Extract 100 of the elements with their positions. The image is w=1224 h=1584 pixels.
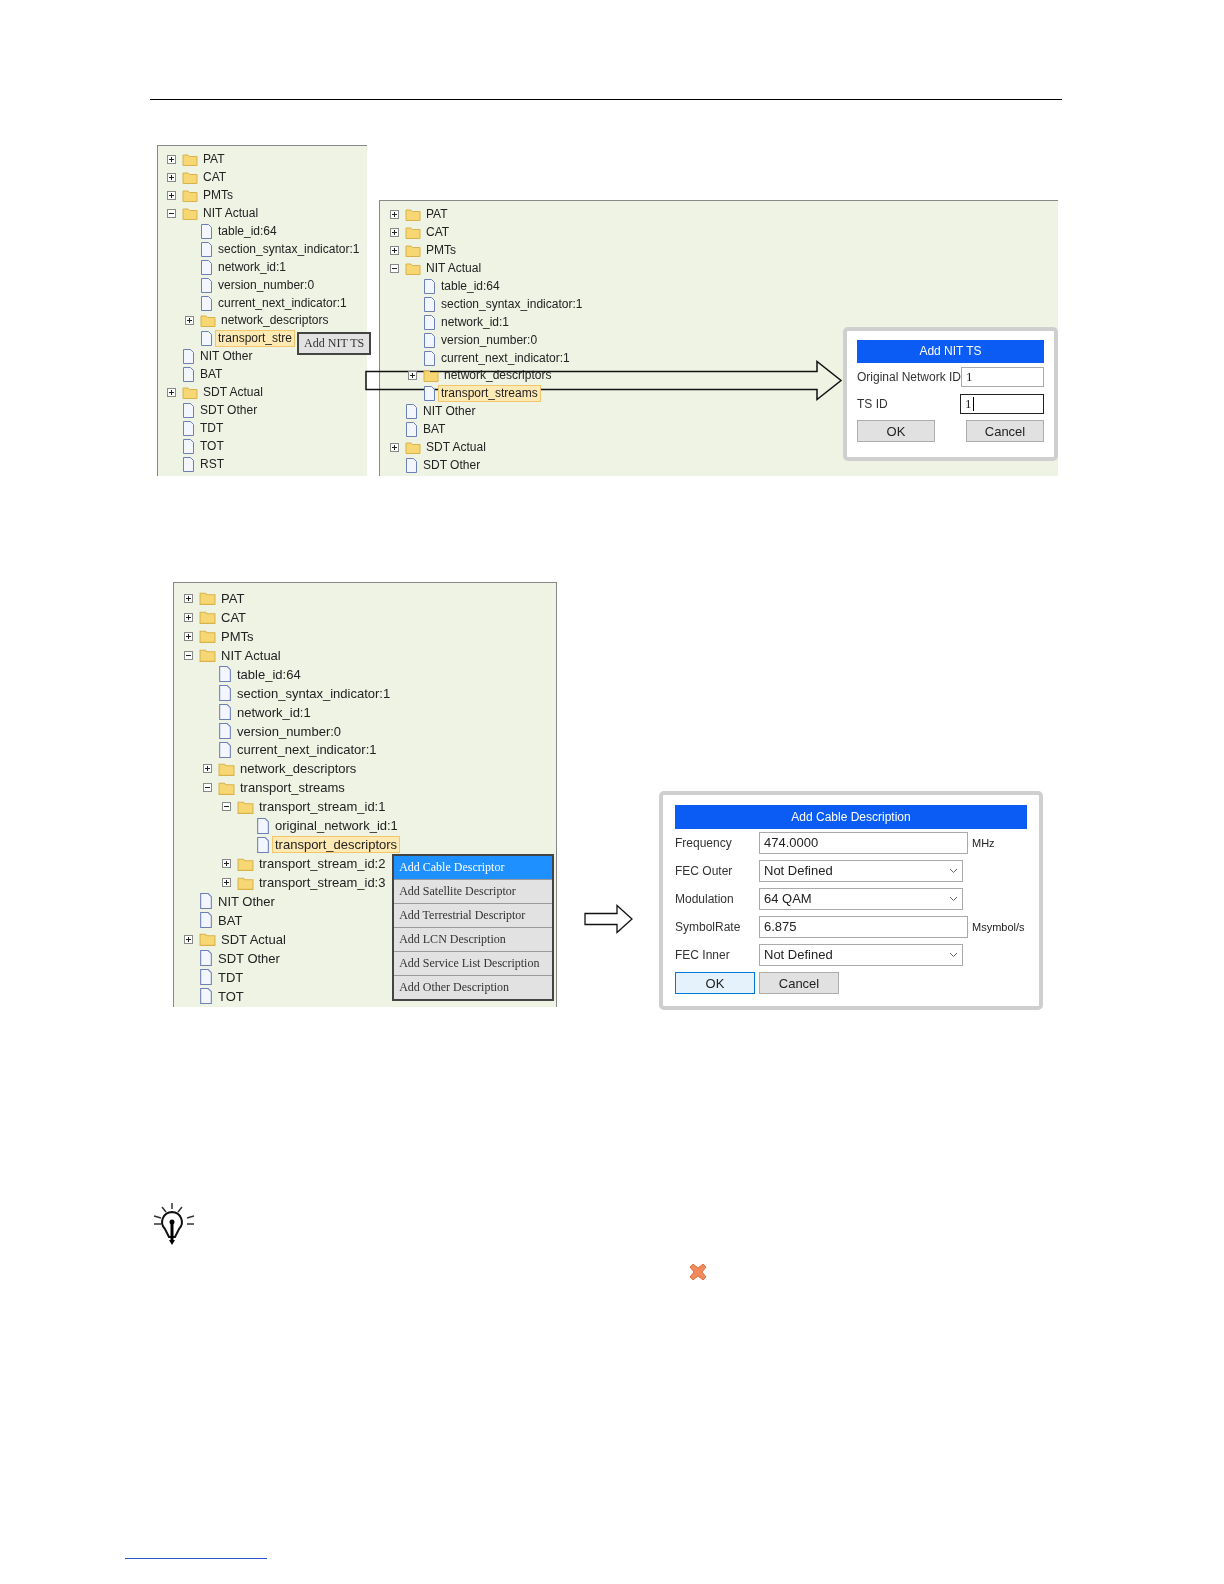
folder-icon: [405, 441, 421, 454]
expand-icon[interactable]: [167, 191, 176, 201]
dropdown[interactable]: Not Defined: [759, 944, 963, 966]
menu-item[interactable]: Add Terrestrial Descriptor: [394, 904, 553, 929]
menu-item[interactable]: Add NIT TS: [299, 333, 370, 353]
expand-icon[interactable]: [167, 388, 176, 397]
folder-icon: [199, 932, 216, 947]
tree-item[interactable]: network_descriptors: [441, 367, 555, 385]
tree-item[interactable]: PMTs: [200, 187, 236, 205]
ok-button[interactable]: OK: [675, 972, 755, 994]
tree-item[interactable]: transport_stream_id:3: [256, 874, 389, 892]
cancel-button[interactable]: Cancel: [759, 972, 839, 994]
tree-item[interactable]: BAT: [197, 366, 226, 384]
expand-icon[interactable]: [390, 228, 399, 238]
tree-item[interactable]: CAT: [218, 608, 250, 626]
collapse-icon[interactable]: [167, 209, 176, 219]
tree-item[interactable]: table_id:64: [234, 665, 304, 683]
collapse-icon[interactable]: [203, 783, 212, 793]
tree-item[interactable]: current_next_indicator:1: [234, 741, 380, 759]
tree-item[interactable]: SDT Other: [215, 949, 283, 967]
tree-item[interactable]: SDT Actual: [200, 384, 266, 401]
file-icon: [405, 422, 418, 438]
tree-item[interactable]: TDT: [197, 419, 227, 437]
expand-icon[interactable]: [390, 210, 399, 220]
expand-icon[interactable]: [184, 612, 193, 622]
tree-item[interactable]: SDT Other: [197, 401, 261, 419]
tree-item[interactable]: transport_stream_id:1: [256, 798, 389, 816]
tree-item[interactable]: NIT Other: [215, 892, 278, 910]
tree-item[interactable]: BAT: [420, 421, 449, 439]
tree-item[interactable]: transport_streams: [237, 779, 348, 797]
tree-item[interactable]: current_next_indicator:1: [215, 294, 350, 312]
tree-item[interactable]: table_id:64: [438, 278, 503, 295]
expand-icon[interactable]: [185, 316, 194, 326]
tree-item[interactable]: NIT Other: [197, 348, 256, 366]
tree-item[interactable]: original_network_id:1: [272, 817, 401, 835]
tree-item[interactable]: network_descriptors: [218, 312, 332, 330]
tree-item[interactable]: transport_streams: [438, 385, 541, 403]
tree-item[interactable]: PMTs: [423, 242, 459, 260]
expand-icon[interactable]: [184, 631, 193, 641]
expand-icon[interactable]: [408, 371, 417, 381]
tree-item[interactable]: version_number:0: [234, 722, 345, 740]
menu-item[interactable]: Add Other Description: [394, 976, 553, 1000]
tree-item[interactable]: network_id:1: [234, 703, 314, 721]
tree-item[interactable]: CAT: [423, 224, 453, 242]
file-icon: [256, 817, 270, 834]
tree-item[interactable]: TDT: [215, 968, 247, 986]
tree-item[interactable]: transport_stream_id:2: [256, 855, 389, 873]
tree-item[interactable]: SDT Actual: [218, 930, 289, 948]
expand-icon[interactable]: [203, 764, 212, 774]
text-field[interactable]: 6.875: [759, 916, 968, 938]
tree-item[interactable]: version_number:0: [438, 331, 541, 349]
text-field[interactable]: 1: [961, 366, 1044, 387]
text-field[interactable]: 1: [960, 393, 1044, 414]
tree-item[interactable]: NIT Actual: [200, 205, 262, 223]
tree-item[interactable]: transport_stre: [215, 330, 296, 348]
expand-icon[interactable]: [222, 878, 231, 888]
collapse-icon[interactable]: [184, 650, 193, 660]
tree-item[interactable]: RST: [197, 455, 227, 473]
collapse-icon[interactable]: [390, 264, 399, 274]
menu-item[interactable]: Add Satellite Descriptor: [394, 880, 553, 905]
tree-item[interactable]: CAT: [200, 169, 230, 187]
tree-item[interactable]: current_next_indicator:1: [438, 349, 573, 367]
menu-item[interactable]: Add Service List Description: [394, 952, 553, 977]
tree-item[interactable]: BAT: [215, 911, 246, 929]
tree-item[interactable]: PAT: [423, 206, 451, 224]
tree-item[interactable]: section_syntax_indicator:1: [215, 240, 363, 258]
tree-item[interactable]: PAT: [218, 589, 248, 607]
tree-item[interactable]: PMTs: [218, 627, 257, 645]
dropdown[interactable]: 64 QAM: [759, 888, 963, 910]
tree-item[interactable]: NIT Actual: [423, 260, 485, 278]
expand-icon[interactable]: [184, 934, 193, 944]
ok-button[interactable]: OK: [857, 420, 935, 442]
field-label: TS ID: [857, 396, 888, 411]
tree-item[interactable]: section_syntax_indicator:1: [234, 684, 394, 702]
menu-item[interactable]: Add LCN Description: [394, 928, 553, 953]
tree-item[interactable]: table_id:64: [215, 223, 280, 240]
tree-item[interactable]: network_id:1: [215, 258, 290, 276]
tree-item[interactable]: TOT: [215, 987, 247, 1005]
tree-item[interactable]: SDT Other: [420, 456, 484, 474]
tree-item[interactable]: network_descriptors: [237, 760, 360, 778]
cancel-button[interactable]: Cancel: [966, 420, 1044, 442]
dropdown[interactable]: Not Defined: [759, 860, 963, 882]
tree-item[interactable]: TOT: [197, 437, 227, 455]
expand-icon[interactable]: [390, 246, 399, 256]
tree-item[interactable]: NIT Other: [420, 403, 479, 421]
tree-item[interactable]: section_syntax_indicator:1: [438, 295, 586, 313]
expand-icon[interactable]: [222, 859, 231, 869]
tree-item[interactable]: transport_descriptors: [272, 836, 401, 854]
tree-item[interactable]: NIT Actual: [218, 646, 284, 664]
expand-icon[interactable]: [167, 155, 176, 165]
expand-icon[interactable]: [184, 593, 193, 603]
expand-icon[interactable]: [390, 443, 399, 452]
file-icon: [218, 666, 232, 683]
tree-item[interactable]: version_number:0: [215, 276, 318, 294]
tree-item[interactable]: PAT: [200, 151, 228, 169]
text-field[interactable]: 474.0000: [759, 832, 968, 854]
expand-icon[interactable]: [167, 173, 176, 183]
tree-item[interactable]: SDT Actual: [423, 439, 489, 456]
tree-item[interactable]: network_id:1: [438, 313, 513, 331]
collapse-icon[interactable]: [222, 802, 231, 812]
